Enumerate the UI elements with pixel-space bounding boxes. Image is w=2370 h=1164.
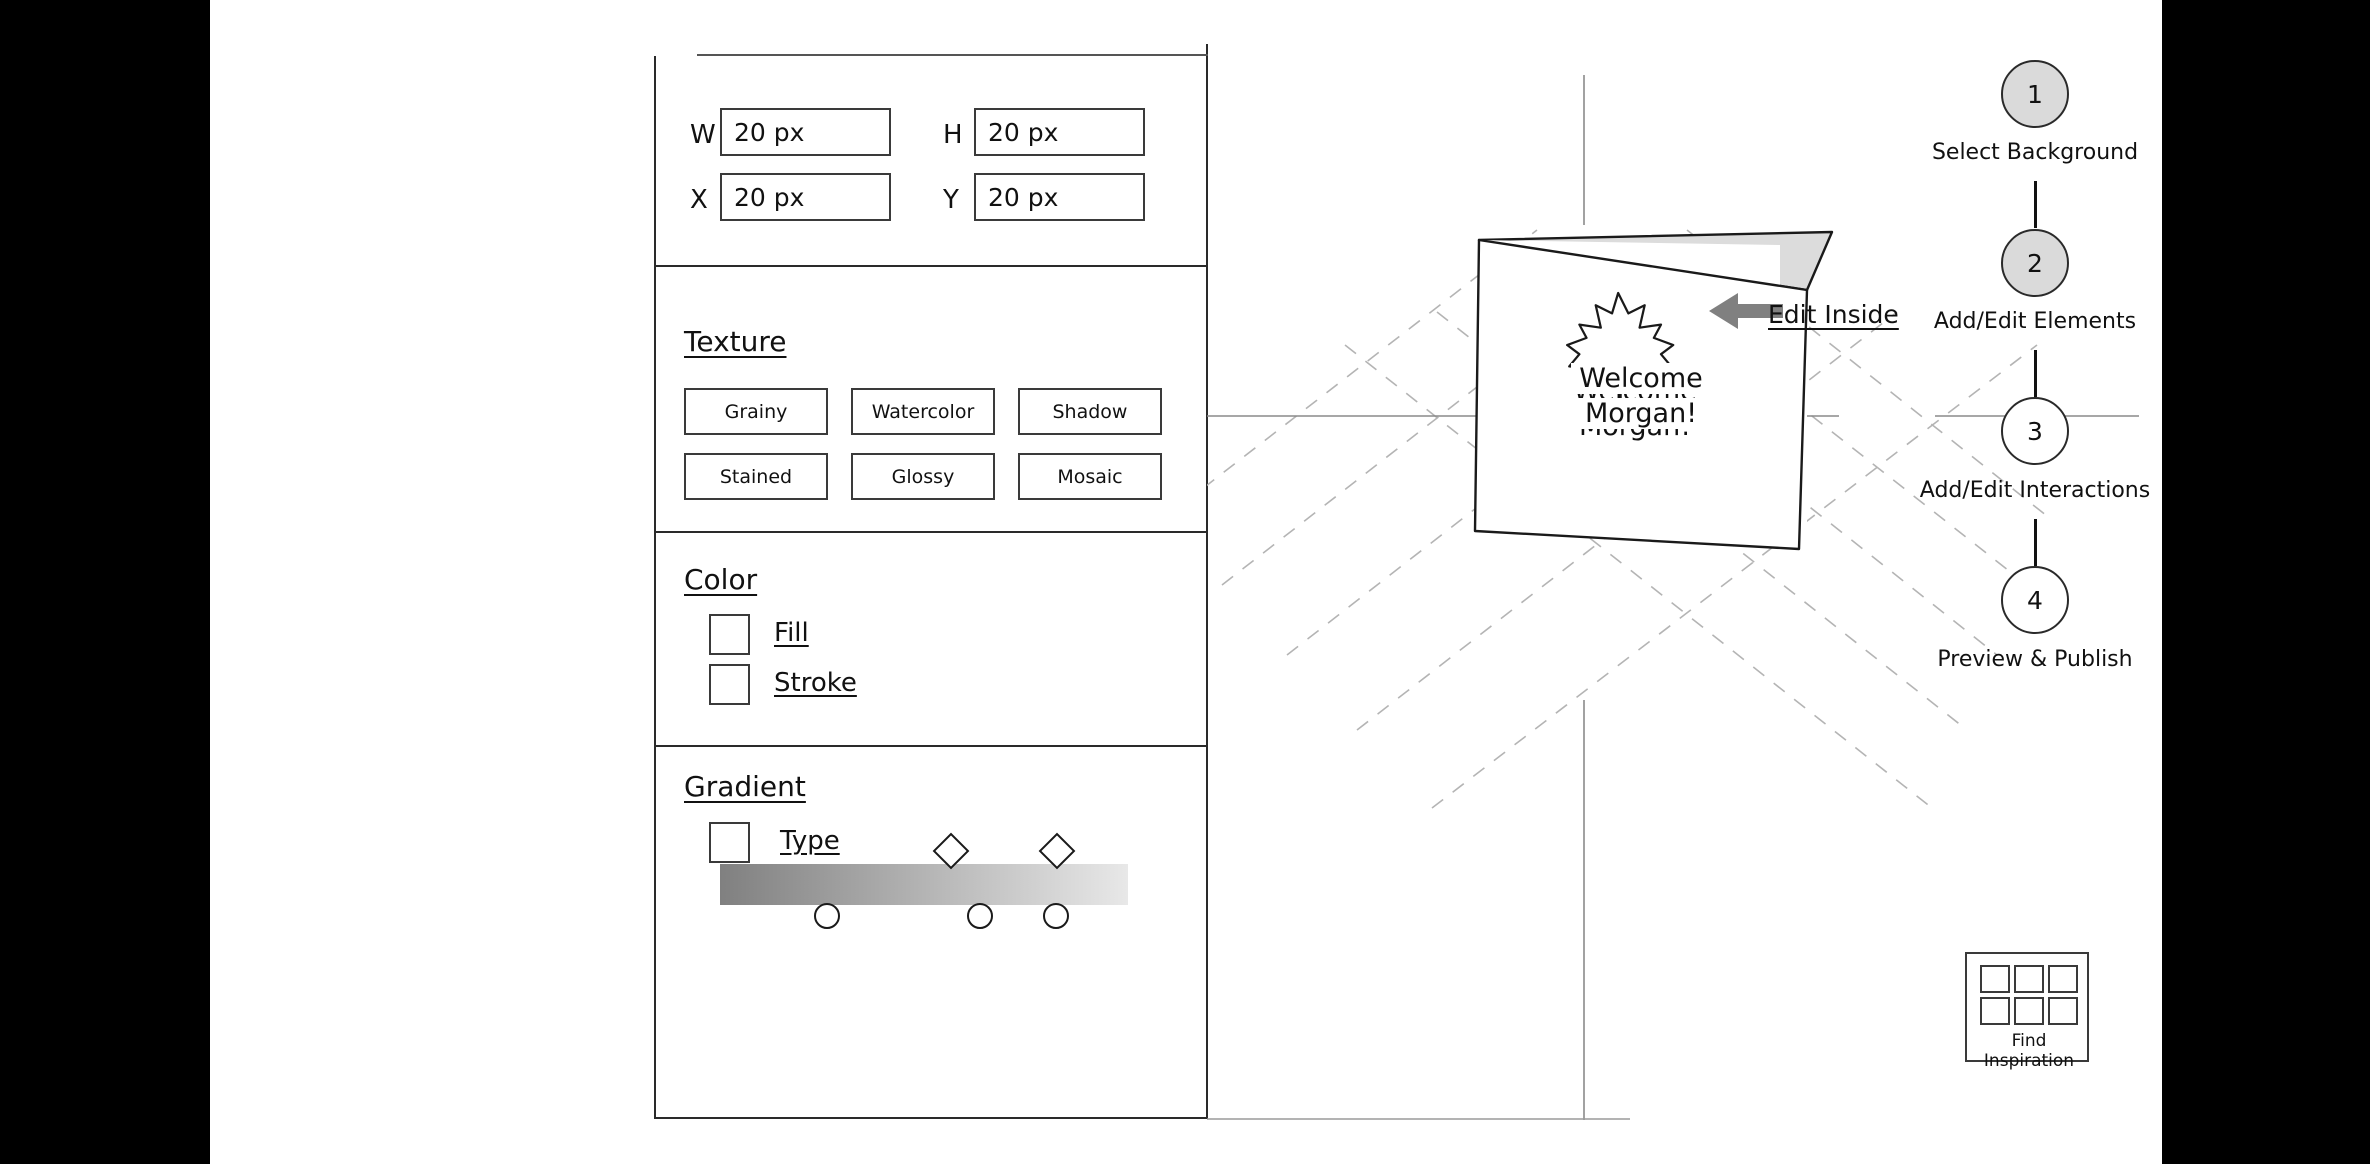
inspiration-grid-cell (2014, 997, 2044, 1025)
fill-label[interactable]: Fill (774, 618, 809, 648)
width-label: W (690, 120, 716, 150)
inspiration-grid-cell (2048, 965, 2078, 993)
texture-option-stained[interactable]: Stained (684, 453, 828, 500)
gradient-stop-circle-1[interactable] (814, 903, 840, 929)
width-input[interactable]: 20 px (720, 108, 891, 156)
inspiration-grid-cell (1980, 965, 2010, 993)
letterbox-left (0, 0, 210, 1164)
stroke-label[interactable]: Stroke (774, 668, 857, 698)
texture-option-grainy[interactable]: Grainy (684, 388, 828, 435)
step-1-node[interactable]: 1 (2001, 60, 2069, 128)
inspiration-grid-cell (2014, 965, 2044, 993)
height-input[interactable]: 20 px (974, 108, 1145, 156)
y-label: Y (943, 185, 959, 215)
x-input[interactable]: 20 px (720, 173, 891, 221)
stroke-color-swatch[interactable] (709, 664, 750, 705)
step-connector-1-2 (2034, 181, 2037, 228)
app-window: W 20 px H 20 px X 20 px Y 20 px Texture … (0, 0, 2370, 1164)
step-3-label: Add/Edit Interactions (1919, 478, 2151, 503)
step-2-node[interactable]: 2 (2001, 229, 2069, 297)
texture-option-glossy[interactable]: Glossy (851, 453, 995, 500)
x-label: X (690, 185, 708, 215)
panel-border-bottom (654, 1117, 1208, 1119)
card-greeting-line-2: Morgan! (1571, 398, 1711, 429)
texture-option-mosaic[interactable]: Mosaic (1018, 453, 1162, 500)
panel-border-top (697, 54, 1208, 56)
step-2-label: Add/Edit Elements (1933, 309, 2137, 334)
gradient-stop-circle-3[interactable] (1043, 903, 1069, 929)
step-1-label: Select Background (1931, 140, 2139, 165)
texture-heading: Texture (684, 325, 787, 358)
find-inspiration-widget[interactable]: Find Inspiration (1965, 952, 2089, 1071)
height-label: H (943, 120, 963, 150)
step-connector-3-4 (2034, 519, 2037, 566)
gradient-heading: Gradient (684, 770, 806, 803)
panel-border-left (654, 56, 656, 1119)
step-4-node[interactable]: 4 (2001, 566, 2069, 634)
texture-option-shadow[interactable]: Shadow (1018, 388, 1162, 435)
find-inspiration-label: Find Inspiration (1983, 1031, 2075, 1071)
design-canvas[interactable]: Welcome Morgan! (1207, 0, 2370, 1164)
gradient-type-swatch[interactable] (709, 822, 750, 863)
inspiration-grid-icon (1980, 965, 2078, 1025)
properties-panel: W 20 px H 20 px X 20 px Y 20 px Texture … (654, 44, 1208, 1119)
step-3-node[interactable]: 3 (2001, 397, 2069, 465)
gradient-preview-bar[interactable] (720, 864, 1128, 905)
color-heading: Color (684, 563, 758, 596)
divider-gradient (654, 745, 1208, 747)
gradient-type-label[interactable]: Type (780, 826, 840, 856)
divider-color (654, 531, 1208, 533)
step-connector-2-3 (2034, 350, 2037, 397)
y-input[interactable]: 20 px (974, 173, 1145, 221)
step-4-label: Preview & Publish (1937, 647, 2133, 672)
card-greeting-line-1: Welcome (1571, 363, 1711, 394)
fill-color-swatch[interactable] (709, 614, 750, 655)
inspiration-grid-cell (2048, 997, 2078, 1025)
texture-option-watercolor[interactable]: Watercolor (851, 388, 995, 435)
inspiration-grid-cell (1980, 997, 2010, 1025)
divider-texture (654, 265, 1208, 267)
app-content: W 20 px H 20 px X 20 px Y 20 px Texture … (210, 0, 2162, 1164)
gradient-stop-circle-2[interactable] (967, 903, 993, 929)
